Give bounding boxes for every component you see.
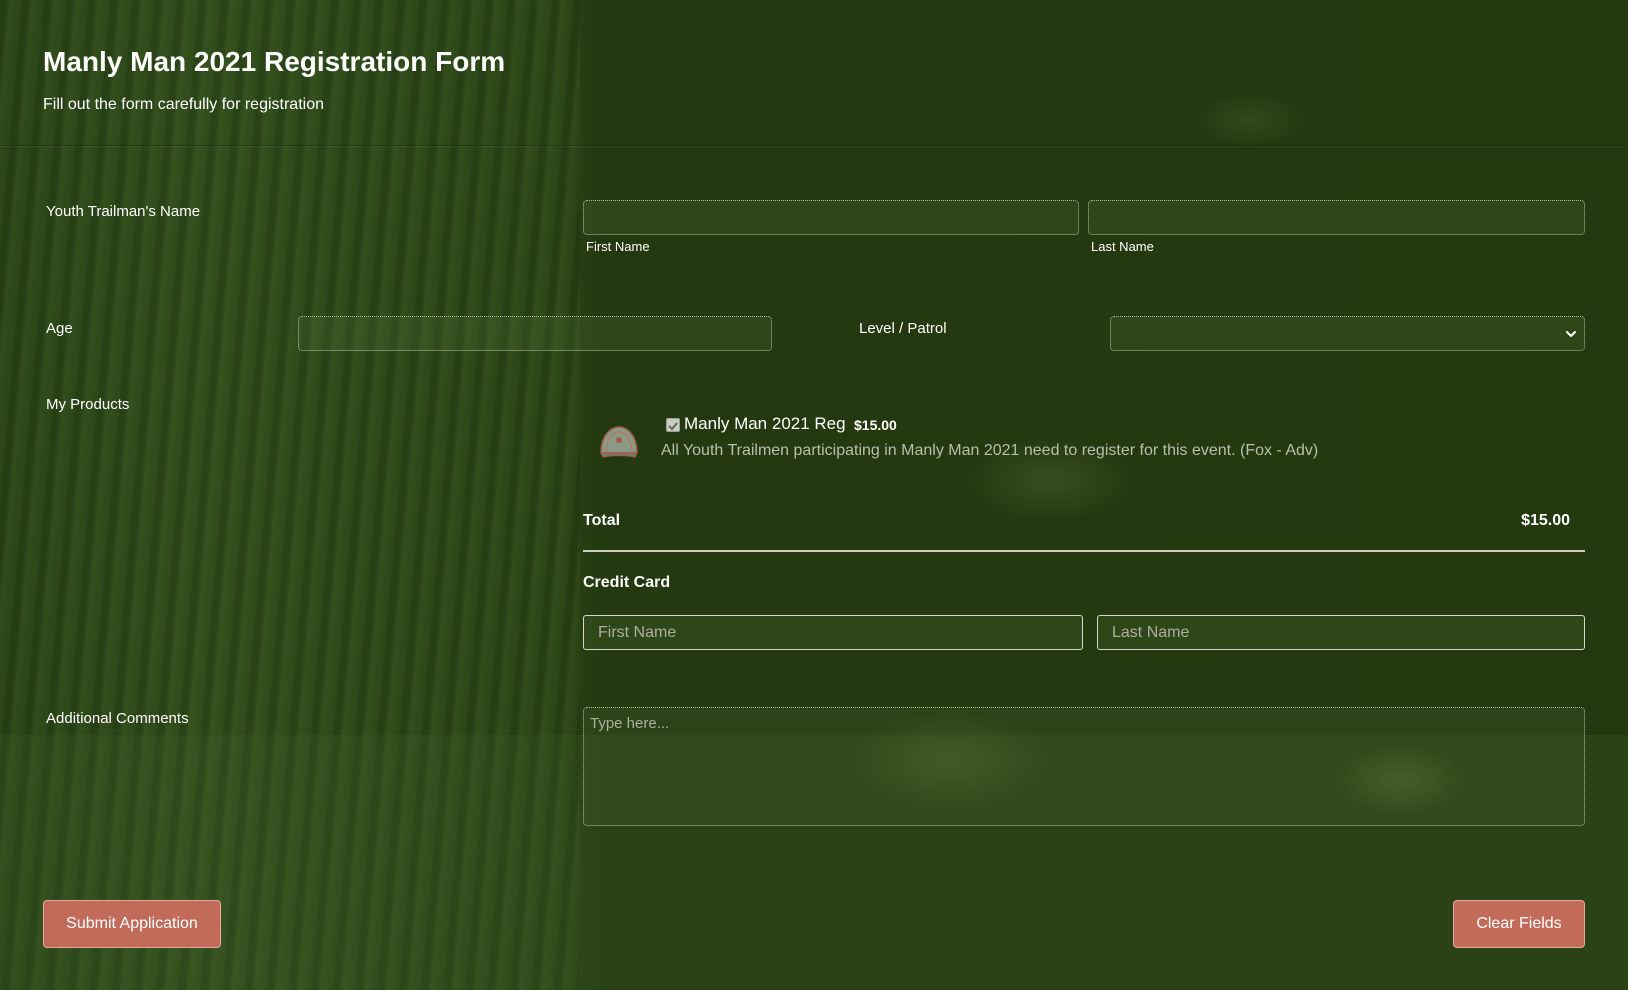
card-last-name-input[interactable] xyxy=(1097,615,1585,650)
check-icon xyxy=(668,422,678,431)
total-divider xyxy=(583,550,1585,552)
level-patrol-select[interactable] xyxy=(1110,316,1585,351)
product-checkbox[interactable] xyxy=(666,418,680,432)
header-divider xyxy=(0,145,1628,146)
age-label: Age xyxy=(46,320,73,337)
credit-card-label: Credit Card xyxy=(583,574,671,591)
last-name-sublabel: Last Name xyxy=(1091,239,1154,254)
products-label: My Products xyxy=(46,396,130,413)
chevron-down-icon xyxy=(1566,331,1576,337)
cap-icon xyxy=(600,426,638,458)
product-price: $15.00 xyxy=(854,417,897,433)
total-label: Total xyxy=(583,512,621,529)
first-name-sublabel: First Name xyxy=(586,239,650,254)
level-patrol-label: Level / Patrol xyxy=(859,320,947,337)
background-bark xyxy=(0,0,580,990)
comments-label: Additional Comments xyxy=(46,710,189,727)
last-name-input[interactable] xyxy=(1088,200,1585,235)
product-description: All Youth Trailmen participating in Manl… xyxy=(661,442,1319,459)
product-name: Manly Man 2021 Reg xyxy=(684,414,846,433)
page-subtitle: Fill out the form carefully for registra… xyxy=(43,96,324,113)
first-name-input[interactable] xyxy=(583,200,1079,235)
age-input[interactable] xyxy=(298,316,772,351)
total-value: $15.00 xyxy=(1521,512,1570,529)
clear-fields-button[interactable]: Clear Fields xyxy=(1453,900,1585,948)
card-first-name-input[interactable] xyxy=(583,615,1083,650)
submit-application-button[interactable]: Submit Application xyxy=(43,900,221,948)
name-label: Youth Trailman's Name xyxy=(46,203,201,220)
page-title: Manly Man 2021 Registration Form xyxy=(43,46,506,77)
comments-textarea[interactable] xyxy=(583,707,1585,826)
